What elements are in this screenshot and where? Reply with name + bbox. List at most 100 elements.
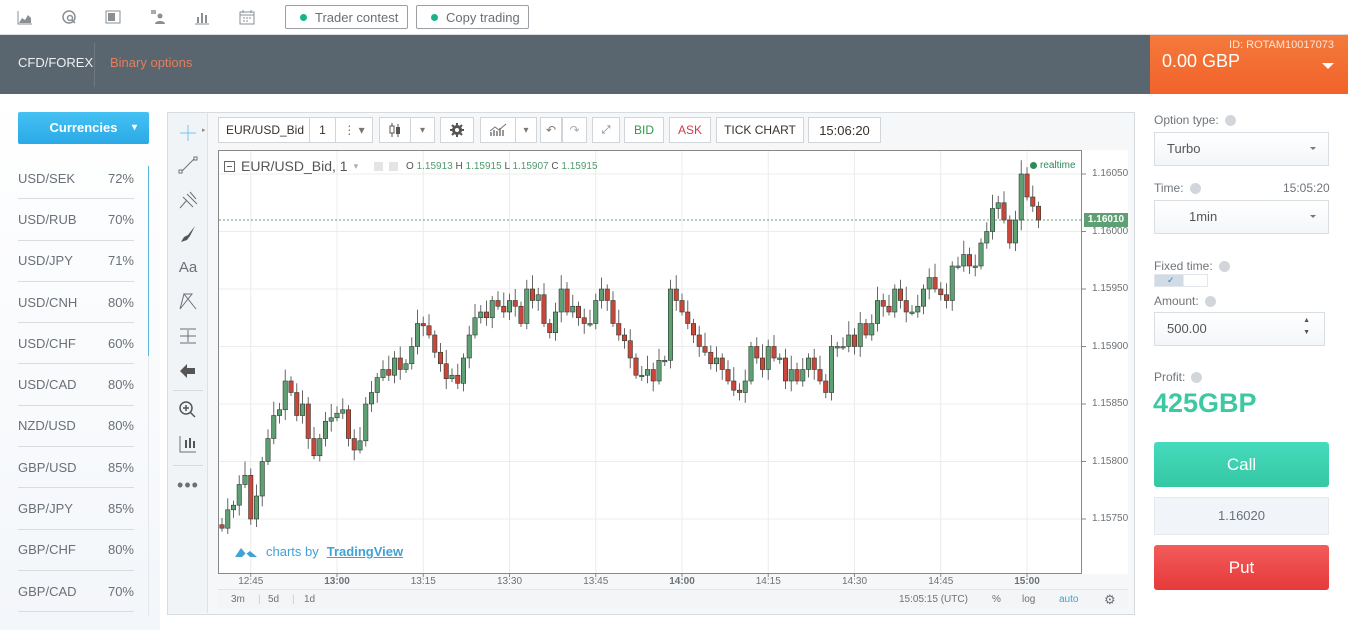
candle-up [955,265,961,268]
amount-stepper[interactable]: ▲ ▼ [1303,315,1310,339]
collapse-icon[interactable] [224,160,235,172]
expiry-time: 15:05:20 [1283,181,1330,195]
candle-up [449,374,455,379]
fixed-time-toggle[interactable]: ✓ [1154,274,1208,287]
candle-down [782,357,788,382]
tradingview-link[interactable]: TradingView [327,544,403,559]
candle-up [639,374,645,378]
put-button[interactable]: Put [1154,545,1329,590]
candle-up [828,346,834,393]
candle-up [1018,173,1024,221]
percent-toggle[interactable]: % [992,594,1001,605]
candle-down [604,288,610,301]
candle-up [265,438,271,462]
option-type-label: Option type: [1154,113,1236,127]
candle-up [403,363,409,370]
auto-toggle[interactable]: auto [1059,594,1078,605]
candle-down [1024,173,1030,198]
candle-down [754,346,760,359]
chart-settings-gear-icon[interactable]: ⚙ [1104,592,1116,608]
help-icon[interactable] [1191,371,1203,383]
candle-down [897,288,903,301]
candle-down [759,357,765,370]
candle-down [294,392,300,416]
candle-up [570,305,576,313]
candle-up [460,357,466,384]
candle-up [472,317,478,336]
caret-down-icon [1310,215,1316,218]
help-icon[interactable] [1204,295,1216,307]
candle-up [978,242,984,267]
candle-down [633,357,639,376]
x-tick-label: 14:00 [669,576,695,587]
candle-down [886,305,892,313]
candle-up [466,334,472,359]
candle-down [248,474,254,520]
help-icon[interactable] [1189,182,1201,194]
candle-down [673,288,679,301]
settings-icon[interactable] [389,161,399,171]
range-3m[interactable]: 3m [231,594,245,605]
candle-down [219,524,225,529]
candle-down [938,288,944,296]
amount-input[interactable]: 500.00 ▲ ▼ [1154,312,1325,346]
candle-up [271,415,277,439]
candle-up [748,346,754,382]
candle-up [857,323,863,347]
strike-price: 1.16020 [1154,497,1329,535]
x-tick-label: 14:30 [841,576,868,587]
candle-up [374,377,380,393]
ohlc-readout: O 1.15913 H 1.15915 L 1.15907 C 1.15915 [406,161,598,172]
candle-up [949,265,955,301]
candle-down [420,323,426,327]
candle-down [932,277,938,290]
candle-up [334,412,340,419]
x-tick-label: 14:15 [755,576,781,587]
candle-down [690,323,696,336]
candle-up [598,288,604,301]
legend-dropdown-icon[interactable]: ▾ [354,161,359,172]
candle-up [834,346,840,349]
duration-select[interactable]: 1min [1154,200,1329,234]
candle-up [662,359,668,363]
candle-down [880,300,886,307]
candle-down [696,334,702,347]
candle-up [874,300,880,324]
tradingview-watermark[interactable]: charts by TradingView [234,544,403,559]
candle-up [236,484,242,506]
candle-up [989,208,995,232]
y-tick-label: 1.15800 [1092,455,1129,467]
amount-label: Amount: [1154,294,1216,308]
candle-down [437,351,443,365]
option-type-select[interactable]: Turbo [1154,132,1329,166]
candle-up [972,265,978,268]
call-button[interactable]: Call [1154,442,1329,487]
candle-up [254,495,260,520]
candle-up [299,403,305,416]
candle-down [1001,202,1007,221]
candle-down [817,369,823,382]
candle-down [495,300,501,307]
x-tick-label: 14:45 [928,576,954,587]
log-toggle[interactable]: log [1022,594,1035,605]
candle-up [961,254,967,267]
candle-up [713,357,719,365]
profit-value: 425GBP [1153,388,1257,418]
eye-icon[interactable] [374,161,384,171]
y-tick-label: 1.15750 [1092,513,1129,524]
candle-down [501,305,507,313]
candle-down [443,363,449,379]
range-5d[interactable]: 5d [268,594,279,605]
help-icon[interactable] [1224,114,1236,126]
range-1d[interactable]: 1d [304,594,315,605]
legend-title: EUR/USD_Bid, 1 [241,158,348,174]
candle-up [282,380,288,411]
candle-up [765,346,771,370]
candle-down [512,300,518,307]
candle-down [903,300,909,313]
fixed-time-label: Fixed time: [1154,259,1230,273]
candle-down [311,438,317,457]
help-icon[interactable] [1218,260,1230,272]
candle-up [409,346,415,365]
candle-down [564,288,570,313]
